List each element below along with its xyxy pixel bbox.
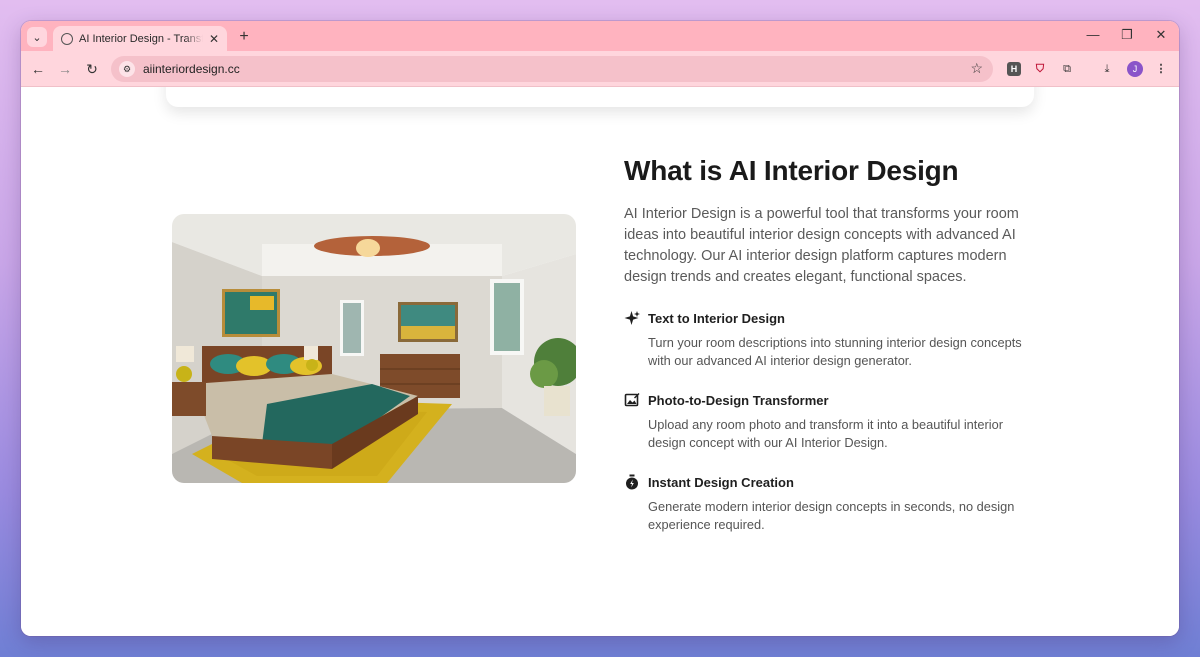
restore-button[interactable]: ❐ xyxy=(1115,27,1139,43)
menu-dots-icon[interactable]: ⋮ xyxy=(1152,60,1170,78)
site-info-icon[interactable]: ⚙ xyxy=(119,61,135,77)
feature-description: Upload any room photo and transform it i… xyxy=(648,417,1003,450)
new-tab-button[interactable]: + xyxy=(234,27,254,47)
page-content: What is AI Interior Design AI Interior D… xyxy=(21,87,1179,636)
browser-tab[interactable]: AI Interior Design - Transform Y ✕ xyxy=(53,26,227,51)
back-arrow-icon[interactable]: ← xyxy=(28,59,48,79)
timer-icon xyxy=(624,474,640,490)
download-icon[interactable]: ⤓ xyxy=(1098,60,1116,78)
address-bar[interactable]: ⚙ aiinteriordesign.cc ☆ xyxy=(111,56,993,82)
site-favicon-icon xyxy=(61,32,73,45)
extensions-puzzle-icon[interactable]: ⧉ xyxy=(1058,60,1076,78)
profile-avatar[interactable]: J xyxy=(1127,61,1143,77)
forward-arrow-icon[interactable]: → xyxy=(55,59,75,79)
about-section: What is AI Interior Design AI Interior D… xyxy=(624,153,1034,534)
tab-search-button[interactable]: ⌄ xyxy=(27,27,47,47)
feature-description: Turn your room descriptions into stunnin… xyxy=(648,335,1022,368)
feature-text-to-design: Text to Interior Design Turn your room d… xyxy=(624,310,1034,370)
feature-description: Generate modern interior design concepts… xyxy=(648,499,1015,532)
bedroom-image xyxy=(172,214,576,483)
reload-icon[interactable]: ↻ xyxy=(82,59,102,79)
extension-h-icon[interactable]: H xyxy=(1007,62,1021,76)
image-edit-icon xyxy=(624,392,640,408)
shield-extension-icon[interactable]: ⛉ xyxy=(1031,60,1049,78)
title-bar: ⌄ AI Interior Design - Transform Y ✕ + —… xyxy=(21,21,1179,51)
feature-title: Instant Design Creation xyxy=(648,474,794,490)
header-card xyxy=(166,87,1034,107)
feature-instant-creation: Instant Design Creation Generate modern … xyxy=(624,474,1034,534)
browser-window: ⌄ AI Interior Design - Transform Y ✕ + —… xyxy=(21,21,1179,636)
tab-close-icon[interactable]: ✕ xyxy=(209,32,219,46)
feature-photo-to-design: Photo-to-Design Transformer Upload any r… xyxy=(624,392,1034,452)
feature-title: Text to Interior Design xyxy=(648,310,785,326)
browser-toolbar: ← → ↻ ⚙ aiinteriordesign.cc ☆ H ⛉ ⧉ ⤓ J … xyxy=(21,51,1179,87)
url-text[interactable]: aiinteriordesign.cc xyxy=(143,62,240,76)
sparkle-icon xyxy=(624,310,640,326)
feature-title: Photo-to-Design Transformer xyxy=(648,392,829,408)
minimize-button[interactable]: — xyxy=(1081,27,1105,42)
section-heading: What is AI Interior Design xyxy=(624,155,959,186)
bedroom-illustration xyxy=(172,214,576,483)
chevron-down-icon: ⌄ xyxy=(32,31,42,44)
close-window-button[interactable]: ✕ xyxy=(1149,27,1173,43)
section-intro: AI Interior Design is a powerful tool th… xyxy=(624,206,1019,285)
tab-title: AI Interior Design - Transform Y xyxy=(79,32,203,45)
bookmark-star-icon[interactable]: ☆ xyxy=(970,60,983,77)
